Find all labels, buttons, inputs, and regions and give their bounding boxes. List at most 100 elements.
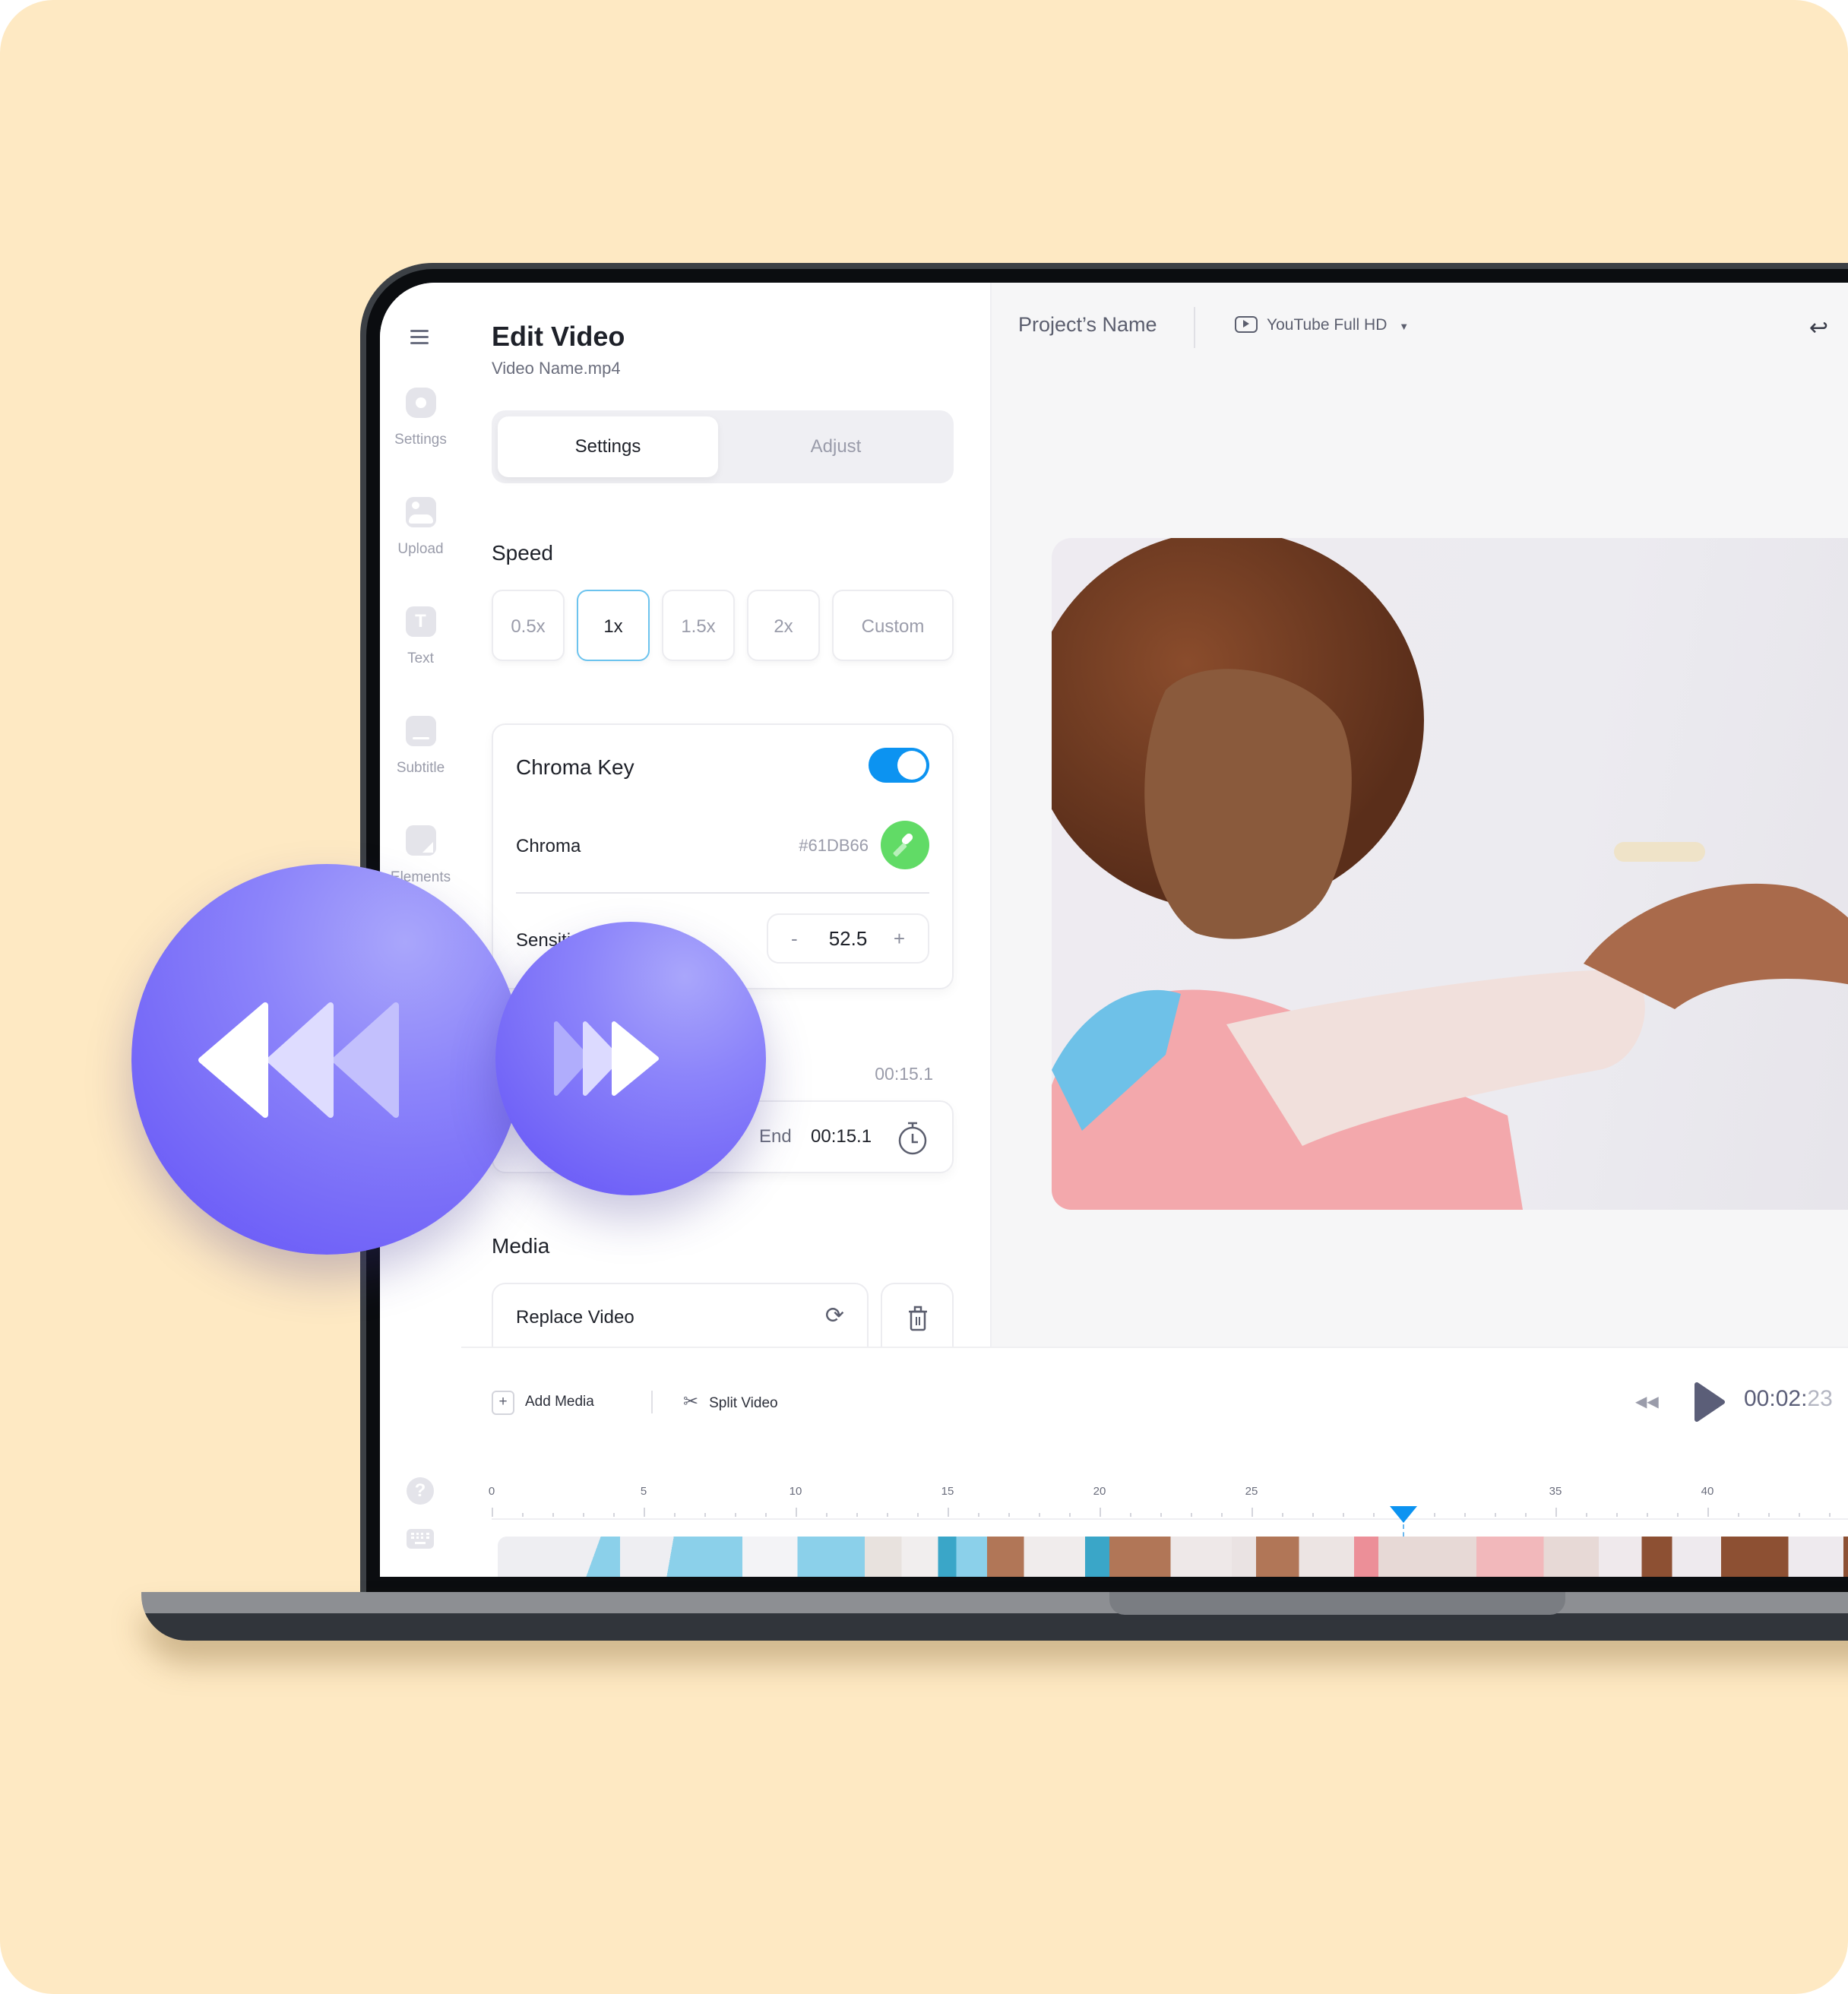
ruler-tick	[796, 1508, 797, 1517]
ruler-tick	[1586, 1513, 1587, 1517]
ruler-tick	[1312, 1513, 1314, 1517]
ruler-tick	[1434, 1513, 1435, 1517]
ruler-label: 40	[1701, 1485, 1714, 1498]
rewind-button[interactable]: ◀◀	[1635, 1392, 1659, 1411]
ruler-tick	[583, 1513, 584, 1517]
speed-option-2x[interactable]: 2x	[747, 590, 820, 661]
ruler-tick	[978, 1513, 979, 1517]
playhead[interactable]	[1390, 1506, 1417, 1577]
ruler-tick	[735, 1513, 736, 1517]
ruler-label: 20	[1093, 1485, 1106, 1498]
sidebar-item-upload[interactable]: Upload	[380, 497, 461, 558]
stopwatch-icon[interactable]	[897, 1120, 928, 1157]
ruler-tick	[1069, 1513, 1071, 1517]
ruler-tick	[1130, 1513, 1131, 1517]
timecode: 00:02:23	[1744, 1386, 1833, 1412]
thumbnail	[1232, 1537, 1354, 1577]
thumbnail	[1721, 1537, 1843, 1577]
chroma-hex-value: #61DB66	[799, 836, 869, 855]
ruler-tick	[1343, 1513, 1344, 1517]
ruler-tick	[1373, 1513, 1375, 1517]
ruler-tick	[1616, 1513, 1618, 1517]
header-divider	[1194, 307, 1195, 348]
ruler-label: 10	[789, 1485, 802, 1498]
refresh-icon: ⟳	[824, 1303, 844, 1328]
ruler-tick	[1221, 1513, 1223, 1517]
filmstrip[interactable]	[498, 1537, 1848, 1577]
end-time-value[interactable]: 00:15.1	[811, 1126, 872, 1147]
tab-adjust[interactable]: Adjust	[726, 416, 946, 477]
project-name[interactable]: Project’s Name	[1018, 313, 1157, 337]
split-video-label: Split Video	[709, 1395, 778, 1411]
speed-option-custom[interactable]: Custom	[832, 590, 954, 661]
chevron-down-icon: ▼	[1399, 321, 1410, 332]
sidebar-item-label: Subtitle	[396, 760, 445, 776]
timeline-ruler[interactable]: 0 5 10 15 20 25 35 40	[489, 1485, 1848, 1520]
thumbnail	[498, 1537, 620, 1577]
eyedropper-icon	[893, 833, 913, 857]
ruler-tick	[704, 1513, 706, 1517]
fast-forward-icon	[554, 1021, 659, 1096]
thumbnail	[1599, 1537, 1721, 1577]
ruler-tick	[1252, 1508, 1253, 1517]
ruler-tick	[1799, 1513, 1800, 1517]
video-preview[interactable]	[1052, 538, 1848, 1210]
preset-dropdown[interactable]: YouTube Full HD ▼	[1235, 316, 1409, 334]
ruler-tick	[1039, 1513, 1040, 1517]
laptop-base	[141, 1592, 1848, 1641]
ruler-tick	[1768, 1513, 1770, 1517]
speed-label: Speed	[492, 541, 553, 565]
ruler-tick	[492, 1508, 493, 1517]
subtitle-icon	[405, 716, 436, 746]
eyedropper-button[interactable]	[881, 821, 929, 869]
undo-icon[interactable]: ↩	[1809, 315, 1828, 341]
ruler-tick	[948, 1508, 949, 1517]
ruler-label: 15	[941, 1485, 954, 1498]
scissors-icon: ✂	[683, 1391, 699, 1412]
timecode-frames: 23	[1807, 1386, 1833, 1411]
add-media-button[interactable]: + Add Media	[492, 1391, 594, 1415]
laptop-base-notch	[1109, 1592, 1565, 1615]
page-title: Edit Video	[492, 321, 625, 352]
keyboard-icon[interactable]	[407, 1529, 434, 1549]
ruler-tick	[887, 1513, 888, 1517]
floating-rewind-button[interactable]	[131, 864, 522, 1255]
thumbnail	[865, 1537, 987, 1577]
divider	[516, 892, 929, 894]
ruler-tick	[917, 1513, 919, 1517]
chroma-key-title: Chroma Key	[516, 755, 634, 779]
video-frame-image	[1052, 538, 1848, 1210]
ruler-tick	[1555, 1508, 1557, 1517]
floating-fast-forward-button[interactable]	[495, 922, 766, 1195]
sidebar-item-settings[interactable]: Settings	[380, 388, 461, 448]
tab-settings[interactable]: Settings	[498, 416, 718, 477]
increment-button[interactable]: +	[894, 927, 905, 951]
file-name: Video Name.mp4	[492, 359, 621, 378]
ruler-label: 25	[1245, 1485, 1258, 1498]
speed-option-1x[interactable]: 1x	[577, 590, 650, 661]
chroma-key-toggle[interactable]	[869, 748, 929, 783]
timecode-main: 00:02:	[1744, 1386, 1808, 1411]
tab-bar: Settings Adjust	[492, 410, 954, 483]
ruler-tick	[1191, 1513, 1192, 1517]
speed-option-1-5x[interactable]: 1.5x	[662, 590, 735, 661]
thumbnail	[1109, 1537, 1232, 1577]
sidebar-item-subtitle[interactable]: Subtitle	[380, 716, 461, 777]
trash-icon	[909, 1306, 927, 1331]
ruler-label: 5	[640, 1485, 647, 1498]
ruler-tick	[1738, 1513, 1739, 1517]
speed-option-0-5x[interactable]: 0.5x	[492, 590, 565, 661]
add-media-label: Add Media	[525, 1394, 594, 1410]
split-video-button[interactable]: ✂ Split Video	[683, 1391, 778, 1413]
hamburger-menu-icon[interactable]	[410, 330, 429, 344]
ruler-tick	[1677, 1513, 1679, 1517]
ruler-tick	[1008, 1513, 1010, 1517]
help-icon[interactable]: ?	[407, 1477, 434, 1505]
sidebar-item-text[interactable]: T Text	[380, 606, 461, 667]
ruler-tick	[1282, 1513, 1283, 1517]
thumbnail	[1843, 1537, 1848, 1577]
play-button[interactable]	[1692, 1382, 1726, 1423]
ruler-tick	[1829, 1513, 1831, 1517]
sensitivity-stepper[interactable]: - 52.5 +	[767, 913, 929, 964]
thumbnail	[1354, 1537, 1476, 1577]
